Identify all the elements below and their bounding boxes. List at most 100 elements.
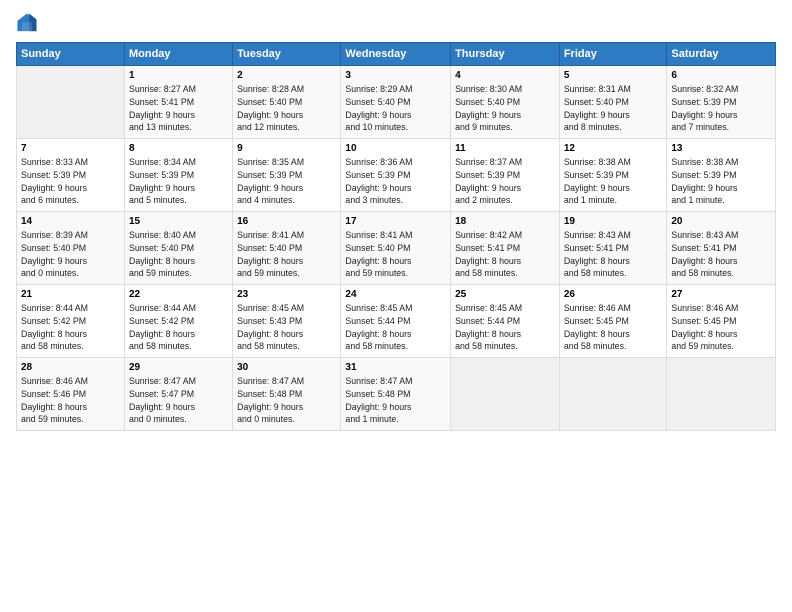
day-number: 6: [671, 70, 771, 81]
day-number: 7: [21, 143, 120, 154]
day-number: 5: [564, 70, 663, 81]
weekday-header-saturday: Saturday: [667, 43, 776, 66]
day-number: 14: [21, 216, 120, 227]
calendar-cell: 27 Sunrise: 8:46 AMSunset: 5:45 PMDayligh…: [667, 285, 776, 358]
calendar-cell: [17, 66, 125, 139]
calendar-cell: 19Sunrise: 8:43 AMSunset: 5:41 PMDayligh…: [559, 212, 667, 285]
calendar-cell: [451, 358, 560, 431]
calendar-cell: 4 Sunrise: 8:30 AMSunset: 5:40 PMDaylight…: [451, 66, 560, 139]
day-info: Sunrise: 8:36 AMSunset: 5:39 PMDaylight:…: [345, 156, 446, 207]
day-info: Sunrise: 8:47 AMSunset: 5:48 PMDaylight:…: [345, 375, 446, 426]
week-row-3: 14 Sunrise: 8:39 AMSunset: 5:40 PMDayligh…: [17, 212, 776, 285]
weekday-header-thursday: Thursday: [451, 43, 560, 66]
logo: [16, 12, 42, 34]
calendar-cell: 22 Sunrise: 8:44 AMSunset: 5:42 PMDayligh…: [124, 285, 232, 358]
day-number: 22: [129, 289, 228, 300]
day-number: 24: [345, 289, 446, 300]
calendar-cell: [559, 358, 667, 431]
day-number: 12: [564, 143, 663, 154]
day-info: Sunrise: 8:29 AMSunset: 5:40 PMDaylight:…: [345, 83, 446, 134]
calendar-cell: 7 Sunrise: 8:33 AMSunset: 5:39 PMDaylight…: [17, 139, 125, 212]
day-number: 28: [21, 362, 120, 373]
day-info: Sunrise: 8:28 AMSunset: 5:40 PMDaylight:…: [237, 83, 336, 134]
logo-icon: [16, 12, 38, 34]
day-number: 2: [237, 70, 336, 81]
weekday-header-monday: Monday: [124, 43, 232, 66]
calendar-cell: 3 Sunrise: 8:29 AMSunset: 5:40 PMDaylight…: [341, 66, 451, 139]
day-number: 20: [671, 216, 771, 227]
calendar-cell: 2 Sunrise: 8:28 AMSunset: 5:40 PMDaylight…: [233, 66, 341, 139]
day-info: Sunrise: 8:41 AMSunset: 5:40 PMDaylight:…: [237, 229, 336, 280]
day-info: Sunrise: 8:35 AMSunset: 5:39 PMDaylight:…: [237, 156, 336, 207]
day-number: 4: [455, 70, 555, 81]
day-info: Sunrise: 8:43 AMSunset: 5:41 PMDaylight:…: [564, 229, 663, 280]
day-info: Sunrise: 8:38 AMSunset: 5:39 PMDaylight:…: [671, 156, 771, 207]
header: [16, 12, 776, 34]
calendar-cell: 11Sunrise: 8:37 AMSunset: 5:39 PMDayligh…: [451, 139, 560, 212]
day-info: Sunrise: 8:39 AMSunset: 5:40 PMDaylight:…: [21, 229, 120, 280]
day-info: Sunrise: 8:46 AMSunset: 5:45 PMDaylight:…: [671, 302, 771, 353]
weekday-header-row: SundayMondayTuesdayWednesdayThursdayFrid…: [17, 43, 776, 66]
weekday-header-wednesday: Wednesday: [341, 43, 451, 66]
day-info: Sunrise: 8:30 AMSunset: 5:40 PMDaylight:…: [455, 83, 555, 134]
day-info: Sunrise: 8:38 AMSunset: 5:39 PMDaylight:…: [564, 156, 663, 207]
day-info: Sunrise: 8:41 AMSunset: 5:40 PMDaylight:…: [345, 229, 446, 280]
day-number: 15: [129, 216, 228, 227]
day-number: 27: [671, 289, 771, 300]
calendar-cell: 21Sunrise: 8:44 AMSunset: 5:42 PMDayligh…: [17, 285, 125, 358]
calendar-cell: 26 Sunrise: 8:46 AMSunset: 5:45 PMDayligh…: [559, 285, 667, 358]
weekday-header-tuesday: Tuesday: [233, 43, 341, 66]
day-number: 9: [237, 143, 336, 154]
calendar-page: SundayMondayTuesdayWednesdayThursdayFrid…: [0, 0, 792, 612]
calendar-cell: 14 Sunrise: 8:39 AMSunset: 5:40 PMDayligh…: [17, 212, 125, 285]
day-info: Sunrise: 8:45 AMSunset: 5:44 PMDaylight:…: [345, 302, 446, 353]
calendar-cell: 30 Sunrise: 8:47 AMSunset: 5:48 PMDayligh…: [233, 358, 341, 431]
day-info: Sunrise: 8:47 AMSunset: 5:48 PMDaylight:…: [237, 375, 336, 426]
calendar-cell: 29Sunrise: 8:47 AMSunset: 5:47 PMDayligh…: [124, 358, 232, 431]
day-number: 8: [129, 143, 228, 154]
day-info: Sunrise: 8:37 AMSunset: 5:39 PMDaylight:…: [455, 156, 555, 207]
week-row-2: 7 Sunrise: 8:33 AMSunset: 5:39 PMDaylight…: [17, 139, 776, 212]
calendar-cell: 16 Sunrise: 8:41 AMSunset: 5:40 PMDayligh…: [233, 212, 341, 285]
day-info: Sunrise: 8:33 AMSunset: 5:39 PMDaylight:…: [21, 156, 120, 207]
day-info: Sunrise: 8:44 AMSunset: 5:42 PMDaylight:…: [129, 302, 228, 353]
week-row-1: 1Sunrise: 8:27 AMSunset: 5:41 PMDaylight…: [17, 66, 776, 139]
day-number: 18: [455, 216, 555, 227]
calendar-cell: 15Sunrise: 8:40 AMSunset: 5:40 PMDayligh…: [124, 212, 232, 285]
day-number: 13: [671, 143, 771, 154]
day-info: Sunrise: 8:43 AMSunset: 5:41 PMDaylight:…: [671, 229, 771, 280]
weekday-header-friday: Friday: [559, 43, 667, 66]
day-number: 10: [345, 143, 446, 154]
day-info: Sunrise: 8:44 AMSunset: 5:42 PMDaylight:…: [21, 302, 120, 353]
week-row-4: 21Sunrise: 8:44 AMSunset: 5:42 PMDayligh…: [17, 285, 776, 358]
day-number: 30: [237, 362, 336, 373]
day-info: Sunrise: 8:47 AMSunset: 5:47 PMDaylight:…: [129, 375, 228, 426]
calendar-cell: 8 Sunrise: 8:34 AMSunset: 5:39 PMDaylight…: [124, 139, 232, 212]
week-row-5: 28 Sunrise: 8:46 AMSunset: 5:46 PMDayligh…: [17, 358, 776, 431]
day-info: Sunrise: 8:31 AMSunset: 5:40 PMDaylight:…: [564, 83, 663, 134]
day-number: 16: [237, 216, 336, 227]
day-info: Sunrise: 8:46 AMSunset: 5:46 PMDaylight:…: [21, 375, 120, 426]
calendar-cell: 1Sunrise: 8:27 AMSunset: 5:41 PMDaylight…: [124, 66, 232, 139]
calendar-cell: 12 Sunrise: 8:38 AMSunset: 5:39 PMDayligh…: [559, 139, 667, 212]
calendar-cell: 20 Sunrise: 8:43 AMSunset: 5:41 PMDayligh…: [667, 212, 776, 285]
calendar-cell: [667, 358, 776, 431]
calendar-cell: 10 Sunrise: 8:36 AMSunset: 5:39 PMDayligh…: [341, 139, 451, 212]
calendar-cell: 6 Sunrise: 8:32 AMSunset: 5:39 PMDaylight…: [667, 66, 776, 139]
calendar-cell: 18Sunrise: 8:42 AMSunset: 5:41 PMDayligh…: [451, 212, 560, 285]
calendar-cell: 23 Sunrise: 8:45 AMSunset: 5:43 PMDayligh…: [233, 285, 341, 358]
calendar-cell: 13 Sunrise: 8:38 AMSunset: 5:39 PMDayligh…: [667, 139, 776, 212]
day-number: 26: [564, 289, 663, 300]
calendar-cell: 31 Sunrise: 8:47 AMSunset: 5:48 PMDayligh…: [341, 358, 451, 431]
day-info: Sunrise: 8:46 AMSunset: 5:45 PMDaylight:…: [564, 302, 663, 353]
day-number: 3: [345, 70, 446, 81]
day-number: 23: [237, 289, 336, 300]
day-number: 31: [345, 362, 446, 373]
calendar-cell: 17Sunrise: 8:41 AMSunset: 5:40 PMDayligh…: [341, 212, 451, 285]
calendar-cell: 25Sunrise: 8:45 AMSunset: 5:44 PMDayligh…: [451, 285, 560, 358]
day-info: Sunrise: 8:45 AMSunset: 5:43 PMDaylight:…: [237, 302, 336, 353]
day-info: Sunrise: 8:34 AMSunset: 5:39 PMDaylight:…: [129, 156, 228, 207]
day-info: Sunrise: 8:32 AMSunset: 5:39 PMDaylight:…: [671, 83, 771, 134]
calendar-cell: 5 Sunrise: 8:31 AMSunset: 5:40 PMDaylight…: [559, 66, 667, 139]
day-number: 25: [455, 289, 555, 300]
